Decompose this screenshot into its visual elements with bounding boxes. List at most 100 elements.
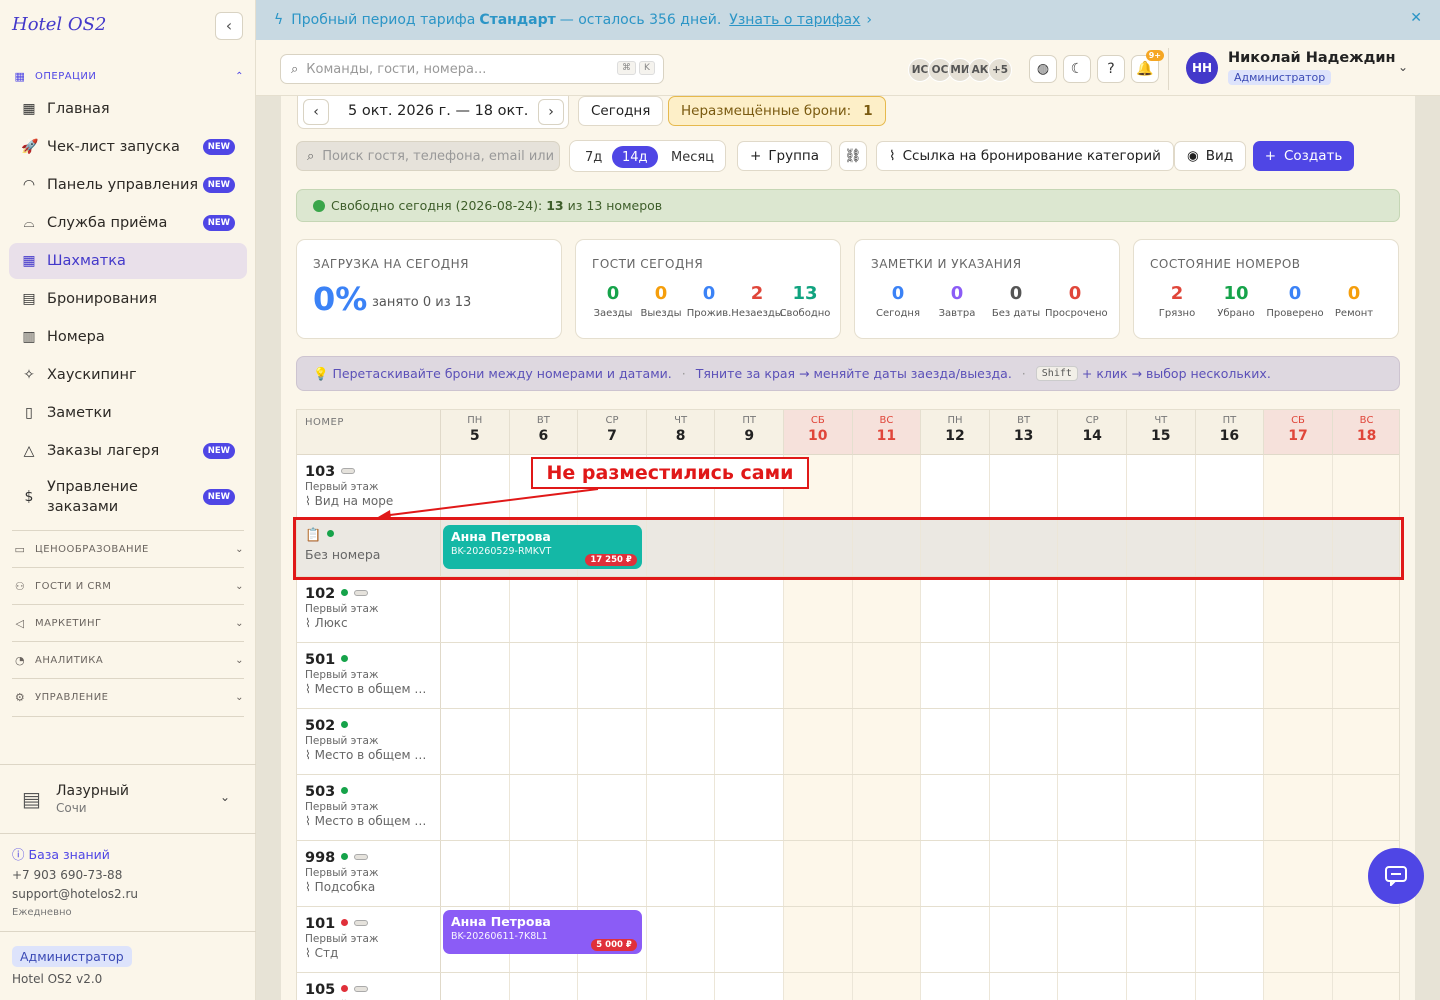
grid-cell[interactable]	[1264, 709, 1333, 774]
grid-cell[interactable]	[1196, 907, 1265, 972]
section-guests-crm[interactable]: ⚇ ГОСТИ И CRM ⌄	[12, 575, 244, 597]
grid-cell[interactable]	[578, 973, 647, 1000]
grid-cell[interactable]	[852, 455, 922, 518]
room-label[interactable]: 998 Первый этаж ⌇ Подсобка	[297, 841, 441, 906]
collapse-sidebar-button[interactable]: ‹	[215, 12, 243, 40]
next-period-button[interactable]: ›	[538, 99, 564, 125]
grid-cell[interactable]	[1264, 973, 1333, 1000]
grid-cell[interactable]	[647, 709, 716, 774]
grid-cell[interactable]	[921, 519, 990, 576]
grid-cell[interactable]	[990, 775, 1059, 840]
grid-cell[interactable]	[784, 709, 853, 774]
grid-cell[interactable]	[715, 709, 784, 774]
grid-cell[interactable]	[1264, 841, 1333, 906]
grid-cell[interactable]	[1058, 775, 1127, 840]
grid-cell[interactable]	[990, 455, 1059, 518]
grid-cell[interactable]	[1127, 973, 1196, 1000]
grid-cell[interactable]	[1058, 577, 1127, 642]
grid-cell[interactable]	[1058, 973, 1127, 1000]
grid-cell[interactable]	[1196, 973, 1265, 1000]
grid-cell[interactable]	[1196, 577, 1265, 642]
grid-cell[interactable]	[1127, 519, 1196, 576]
nav-housekeeping[interactable]: ✧ Хаускипинг	[9, 357, 247, 393]
nav-order-management[interactable]: $ Управление заказами NEW	[9, 473, 247, 521]
group-button[interactable]: + Группа	[737, 141, 833, 171]
booking-bar[interactable]: Анна Петрова BK-20260611-7K8L1 5 000 ₽	[443, 910, 642, 954]
grid-cell[interactable]	[510, 709, 579, 774]
grid-cell[interactable]	[1264, 577, 1333, 642]
grid-cell[interactable]	[990, 841, 1059, 906]
grid-cell[interactable]	[715, 577, 784, 642]
grid-cell[interactable]	[921, 973, 990, 1000]
grid-cell[interactable]	[852, 973, 922, 1000]
support-email[interactable]: support@hotelos2.ru	[12, 887, 138, 901]
grid-cell[interactable]	[990, 709, 1059, 774]
nav-home[interactable]: ▦ Главная	[9, 91, 247, 127]
grid-cell[interactable]	[921, 907, 990, 972]
nav-chessboard[interactable]: ▦ Шахматка	[9, 243, 247, 279]
grid-cell[interactable]	[852, 841, 922, 906]
view-14d[interactable]: 14д	[612, 146, 658, 168]
grid-cell[interactable]	[921, 775, 990, 840]
grid-cell[interactable]	[1058, 841, 1127, 906]
booking-link-button[interactable]: ⌇ Ссылка на бронирование категорий	[876, 141, 1174, 171]
grid-cell[interactable]	[1332, 577, 1399, 642]
grid-cell[interactable]	[852, 643, 922, 708]
room-label[interactable]: 101 Первый этаж ⌇ Стд	[297, 907, 441, 972]
grid-cell[interactable]	[852, 907, 922, 972]
grid-cell[interactable]	[441, 709, 510, 774]
grid-cell[interactable]	[852, 709, 922, 774]
copy-link-button[interactable]: ⛓	[839, 141, 867, 171]
grid-cell[interactable]	[647, 775, 716, 840]
grid-cell[interactable]	[715, 841, 784, 906]
grid-cell[interactable]	[715, 907, 784, 972]
booking-bar[interactable]: Анна Петрова BK-20260529-RMKVT 17 250 ₽	[443, 525, 642, 569]
grid-cell[interactable]	[1264, 455, 1333, 518]
grid-cell[interactable]	[784, 775, 853, 840]
grid-cell[interactable]	[1264, 519, 1333, 576]
room-label[interactable]: 102 Первый этаж ⌇ Люкс	[297, 577, 441, 642]
grid-cell[interactable]	[1332, 775, 1399, 840]
avatar-more[interactable]: +5	[988, 58, 1012, 82]
section-analytics[interactable]: ◔ АНАЛИТИКА ⌄	[12, 649, 244, 671]
grid-cell[interactable]	[1196, 519, 1265, 576]
grid-cell[interactable]	[921, 841, 990, 906]
grid-cell[interactable]	[990, 907, 1059, 972]
grid-cell[interactable]	[1332, 907, 1399, 972]
room-label[interactable]: 502Первый этаж⌇ Место в общем номере	[297, 709, 441, 774]
grid-cell[interactable]	[1264, 907, 1333, 972]
command-search-input[interactable]: ⌕ Команды, гости, номера... ⌘ K	[280, 54, 664, 84]
unplaced-bookings-button[interactable]: Неразмещённые брони: 1	[668, 96, 886, 126]
grid-cell[interactable]	[510, 643, 579, 708]
pricing-link[interactable]: Узнать о тарифах	[729, 12, 860, 28]
palette-button[interactable]: ◍	[1029, 55, 1057, 83]
grid-cell[interactable]	[1196, 775, 1265, 840]
grid-cell[interactable]	[1127, 775, 1196, 840]
grid-cell[interactable]	[441, 775, 510, 840]
online-users[interactable]: ИС ОС МИ АК +5	[908, 58, 1012, 82]
prev-period-button[interactable]: ‹	[303, 99, 329, 125]
grid-cell[interactable]	[441, 973, 510, 1000]
grid-cell[interactable]	[1196, 643, 1265, 708]
grid-cell[interactable]	[510, 973, 579, 1000]
room-label[interactable]: 501Первый этаж⌇ Место в общем номере	[297, 643, 441, 708]
grid-cell[interactable]	[578, 643, 647, 708]
grid-cell[interactable]	[1058, 709, 1127, 774]
grid-cell[interactable]	[990, 973, 1059, 1000]
grid-cell[interactable]	[784, 841, 853, 906]
grid-cell[interactable]	[510, 775, 579, 840]
grid-cell[interactable]	[510, 577, 579, 642]
nav-control-panel[interactable]: ◠ Панель управления NEW	[9, 167, 247, 203]
theme-toggle-button[interactable]: ☾	[1063, 55, 1091, 83]
grid-cell[interactable]	[647, 643, 716, 708]
section-pricing[interactable]: ▭ ЦЕНООБРАЗОВАНИЕ ⌄	[12, 538, 244, 560]
grid-cell[interactable]	[784, 907, 853, 972]
section-marketing[interactable]: ◁ МАРКЕТИНГ ⌄	[12, 612, 244, 634]
grid-cell[interactable]	[1332, 643, 1399, 708]
notifications-button[interactable]: 🔔 9+	[1131, 50, 1164, 83]
grid-cell[interactable]	[1127, 643, 1196, 708]
grid-cell[interactable]	[784, 973, 853, 1000]
chevron-down-icon[interactable]: ⌄	[1398, 60, 1408, 74]
nav-front-desk[interactable]: ⌓ Служба приёма NEW	[9, 205, 247, 241]
grid-cell[interactable]	[441, 841, 510, 906]
